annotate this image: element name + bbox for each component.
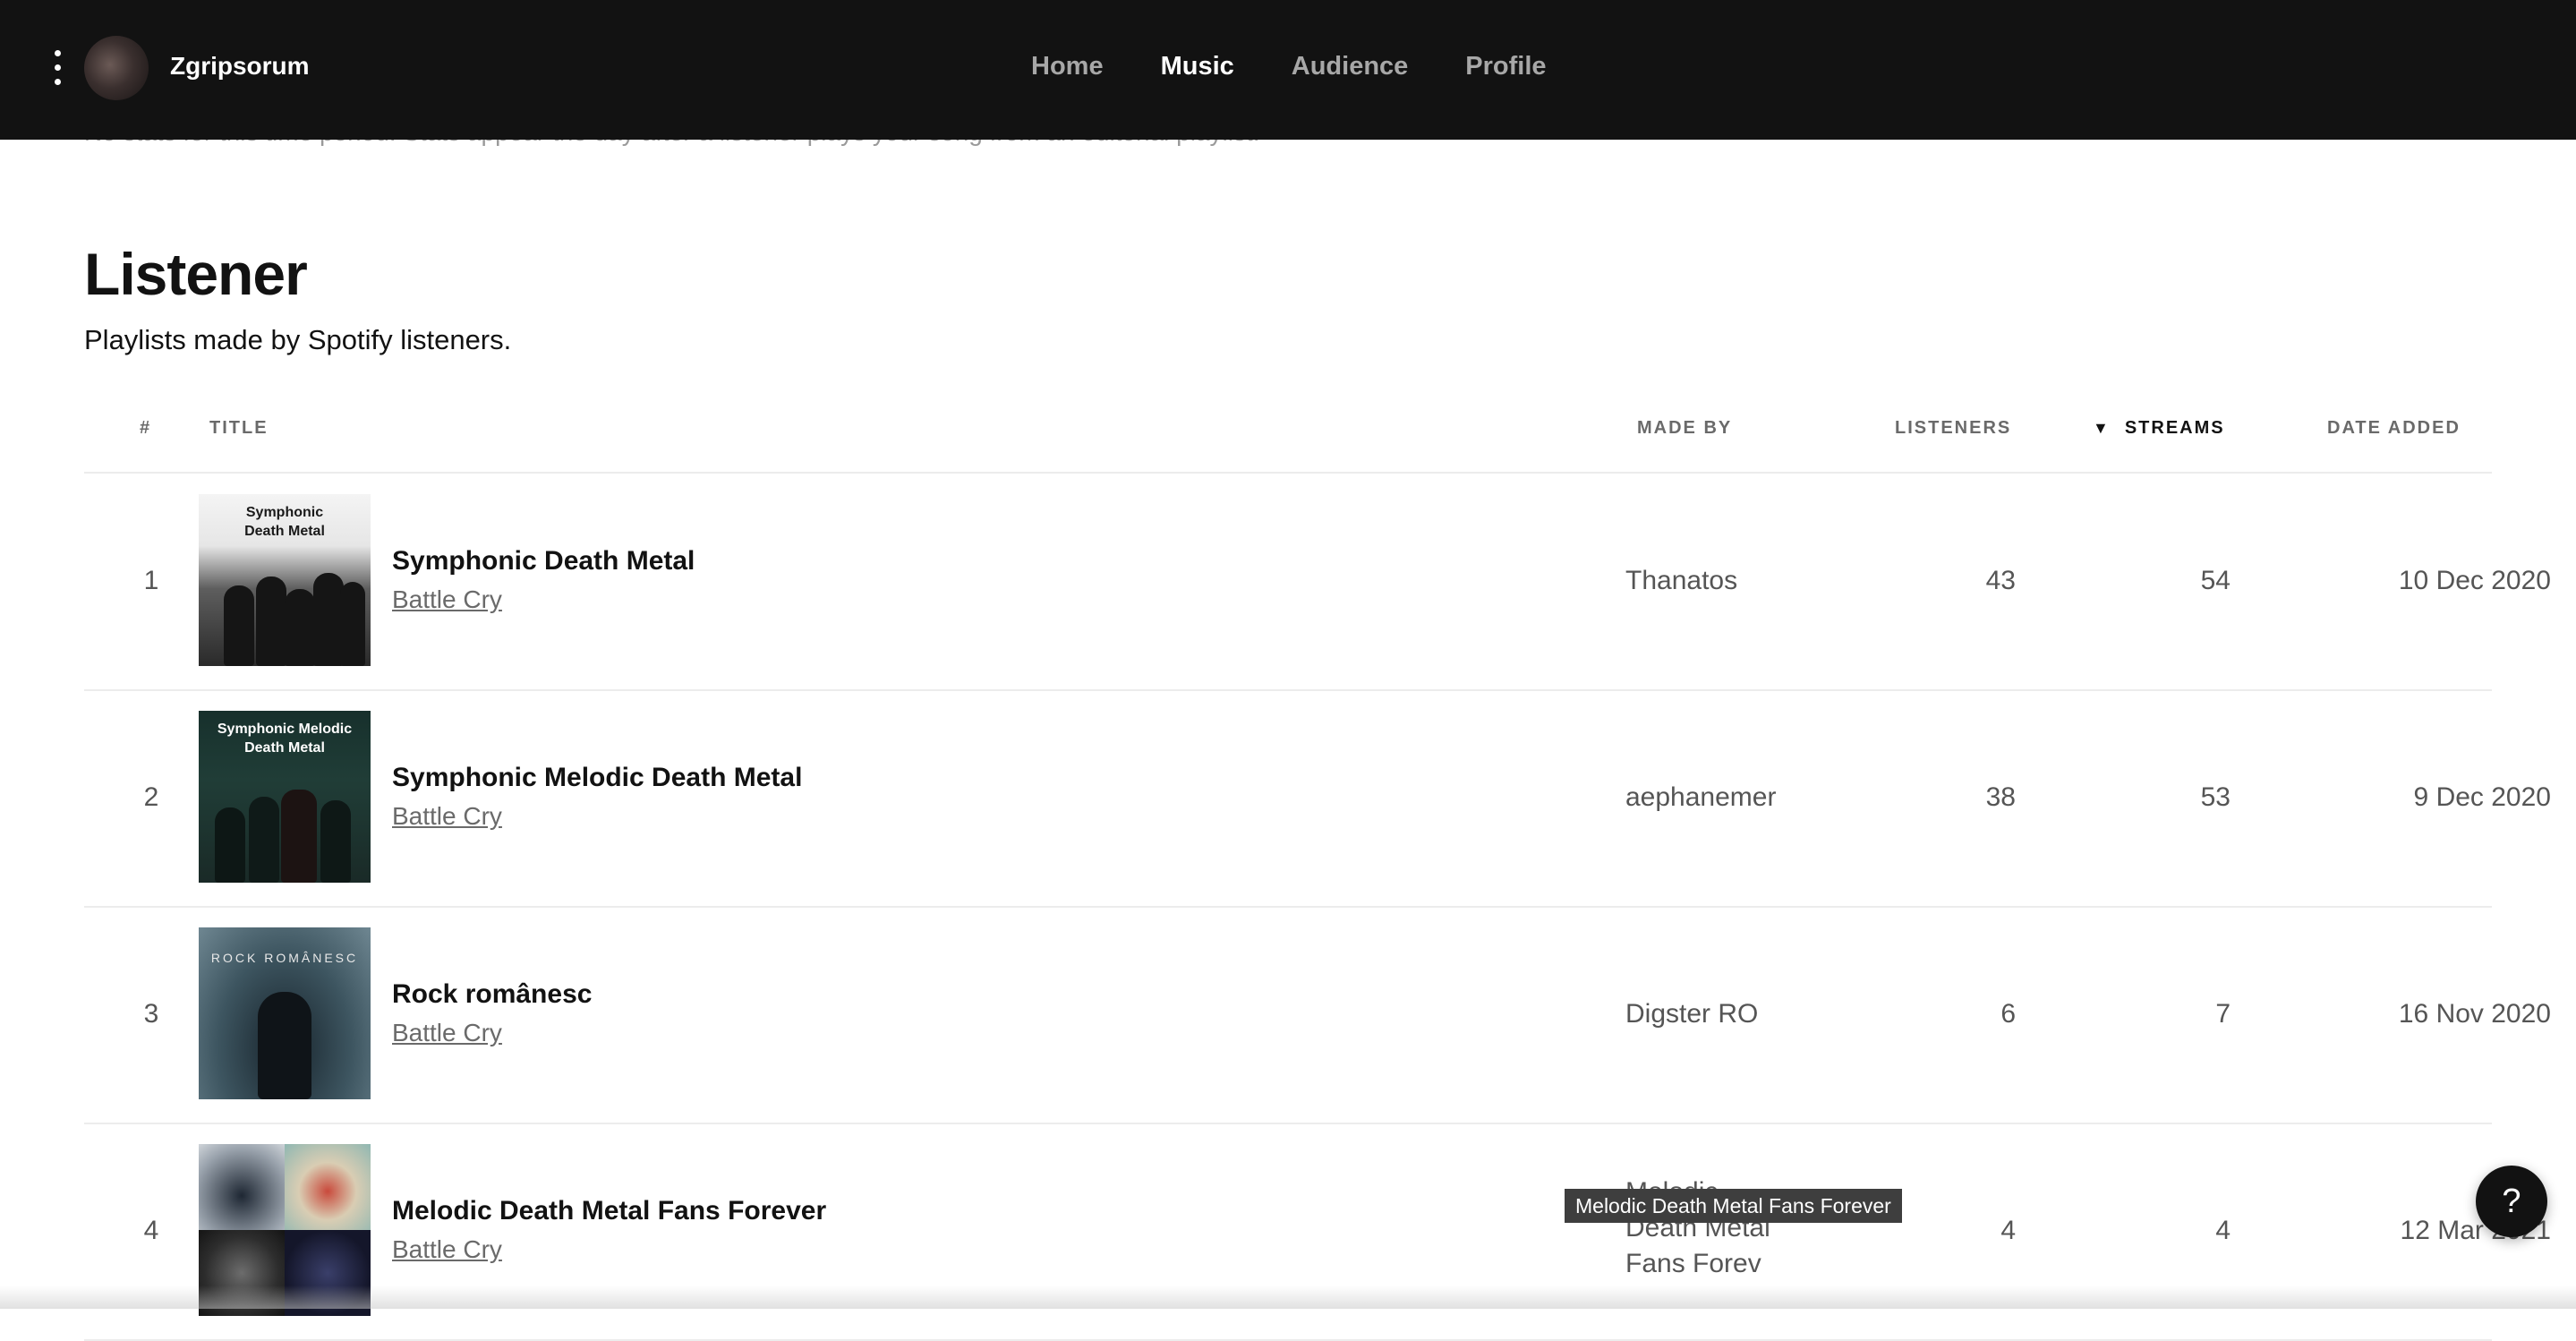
date-added: 9 Dec 2020 (2413, 782, 2551, 812)
made-by-tooltip: Melodic Death Metal Fans Forever (1565, 1189, 1902, 1223)
made-by-line: Fans Forev (1625, 1249, 1761, 1278)
section-title: Listener (84, 241, 308, 307)
main-nav: Home Music Audience Profile (1031, 52, 1547, 81)
playlist-cover-image: ROCK ROMÂNESC (199, 927, 371, 1099)
table-row[interactable]: 3 ROCK ROMÂNESC Rock românesc Battle Cry… (84, 906, 2551, 1124)
table-header: # TITLE MADE BY LISTENERS ▼ STREAMS DATE … (84, 407, 2492, 474)
playlist-title: Symphonic Melodic Death Metal (392, 763, 803, 792)
sort-down-triangle-icon: ▼ (2093, 419, 2111, 437)
date-added: 10 Dec 2020 (2398, 566, 2551, 595)
column-header-made-by[interactable]: MADE BY (1637, 418, 1732, 439)
title-cell: Symphonic Death Metal Battle Cry (392, 546, 695, 614)
row-number: 3 (143, 999, 159, 1029)
date-added: 16 Nov 2020 (2398, 999, 2551, 1029)
song-link[interactable]: Battle Cry (392, 1019, 502, 1047)
streams-count: 54 (2200, 566, 2231, 595)
column-header-listeners[interactable]: LISTENERS (1895, 418, 2011, 439)
streams-count: 53 (2200, 782, 2231, 812)
section-description: Playlists made by Spotify listeners. (84, 324, 512, 355)
artist-avatar[interactable] (84, 36, 149, 100)
band-figures (199, 568, 371, 666)
help-button[interactable]: ? (2476, 1166, 2547, 1237)
title-cell: Melodic Death Metal Fans Forever Battle … (392, 1196, 826, 1264)
streams-count: 4 (2215, 1216, 2231, 1245)
column-header-date-added[interactable]: DATE ADDED (2327, 418, 2461, 439)
streams-count: 7 (2215, 999, 2231, 1029)
made-by: Thanatos (1625, 566, 1738, 595)
playlist-title: Melodic Death Metal Fans Forever (392, 1196, 827, 1226)
cover-caption: ROCK ROMÂNESC (210, 951, 359, 965)
playlist-title: Symphonic Death Metal (392, 546, 695, 576)
figure-silhouette (199, 992, 371, 1099)
column-header-title: TITLE (209, 418, 269, 438)
song-link[interactable]: Battle Cry (392, 585, 502, 614)
nav-profile[interactable]: Profile (1465, 52, 1546, 81)
title-cell: Rock românesc Battle Cry (392, 979, 592, 1047)
cover-art-tile (199, 1144, 285, 1230)
nav-home[interactable]: Home (1031, 52, 1104, 81)
column-header-number: # (140, 418, 152, 438)
cover-caption: Symphonic Death Metal (244, 505, 325, 539)
playlist-cover-image: Symphonic Death Metal (199, 494, 371, 666)
cover-caption: Symphonic Melodic Death Metal (217, 722, 353, 756)
row-number: 2 (143, 782, 159, 812)
scroll-fade (0, 1285, 2576, 1309)
playlist-title: Rock românesc (392, 979, 593, 1009)
table-row[interactable]: 2 Symphonic Melodic Death Metal Symphoni… (84, 689, 2551, 908)
made-by: Digster RO (1625, 999, 1759, 1029)
song-link[interactable]: Battle Cry (392, 1235, 502, 1264)
column-header-streams[interactable]: ▼ STREAMS (2093, 418, 2225, 439)
title-cell: Symphonic Melodic Death Metal Battle Cry (392, 763, 802, 831)
table-row[interactable]: 1 Symphonic Death Metal Symphonic Death … (84, 473, 2551, 691)
more-vertical-icon[interactable] (47, 47, 68, 90)
playlist-cover-image: Symphonic Melodic Death Metal (199, 711, 371, 883)
listeners-count: 6 (2000, 999, 2016, 1029)
band-figures (199, 784, 371, 883)
made-by: aephanemer (1625, 782, 1777, 812)
artist-name[interactable]: Zgripsorum (170, 52, 310, 81)
row-number: 1 (143, 566, 159, 595)
listeners-count: 43 (1985, 566, 2016, 595)
top-navigation-bar: Zgripsorum Home Music Audience Profile (0, 0, 2576, 140)
listeners-count: 38 (1985, 782, 2016, 812)
column-header-streams-label: STREAMS (2124, 418, 2225, 438)
nav-audience[interactable]: Audience (1292, 52, 1409, 81)
help-icon: ? (2502, 1183, 2521, 1220)
nav-music[interactable]: Music (1161, 52, 1234, 81)
cover-art-tile (285, 1144, 371, 1230)
song-link[interactable]: Battle Cry (392, 802, 502, 831)
row-number: 4 (143, 1216, 159, 1245)
